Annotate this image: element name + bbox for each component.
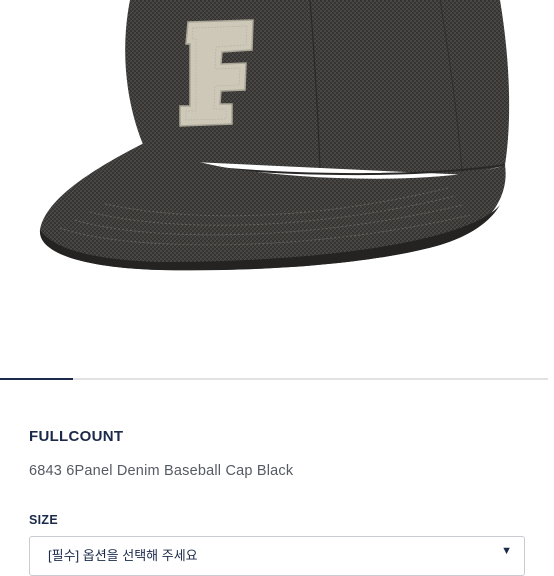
cap-image	[39, 0, 510, 271]
product-title: 6843 6Panel Denim Baseball Cap Black	[29, 463, 294, 479]
image-carousel-indicator[interactable]	[0, 378, 548, 380]
size-option-label: SIZE	[29, 513, 58, 527]
size-select-value: [필수] 옵션을 선택해 주세요	[48, 548, 198, 563]
carousel-active-segment	[0, 378, 73, 380]
chevron-down-icon: ▼	[501, 545, 512, 557]
product-image[interactable]	[0, 0, 554, 378]
size-select[interactable]: [필수] 옵션을 선택해 주세요 ▼	[29, 536, 525, 576]
brand-name[interactable]: FULLCOUNT	[29, 428, 123, 445]
